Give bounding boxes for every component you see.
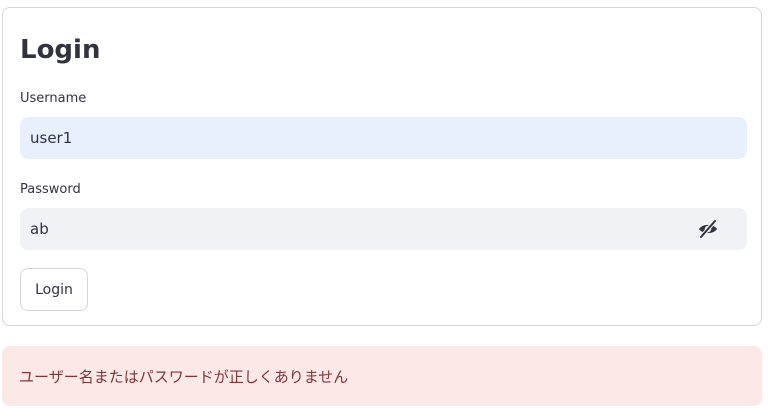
username-label: Username [20, 91, 87, 106]
eye-slash-icon [699, 219, 717, 239]
error-message: ユーザー名またはパスワードが正しくありません [19, 367, 349, 386]
password-input[interactable] [20, 208, 747, 250]
login-button[interactable]: Login [20, 268, 88, 311]
form-title: Login [20, 35, 101, 65]
password-label: Password [20, 182, 81, 197]
password-visibility-toggle[interactable] [697, 219, 719, 239]
username-input[interactable] [20, 117, 747, 159]
login-form: Login Username Password Login [2, 7, 762, 326]
error-alert: ユーザー名またはパスワードが正しくありません [2, 346, 762, 406]
